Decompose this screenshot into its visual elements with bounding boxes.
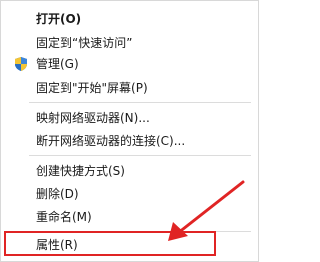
uac-shield-icon — [13, 56, 29, 72]
menu-item-label: 固定到“快速访问” — [36, 36, 133, 50]
menu-item-open[interactable]: 打开(O) — [2, 8, 256, 30]
menu-item-pin-quick-access[interactable]: 固定到“快速访问” — [2, 32, 256, 54]
menu-item-create-shortcut[interactable]: 创建快捷方式(S) — [2, 160, 256, 182]
menu-item-label: 重命名(M) — [36, 210, 92, 224]
menu-item-delete[interactable]: 删除(D) — [2, 183, 256, 205]
menu-separator — [29, 102, 251, 103]
menu-item-label: 映射网络驱动器(N)... — [36, 111, 150, 125]
menu-item-label: 管理(G) — [36, 57, 79, 71]
menu-separator — [29, 155, 251, 156]
menu-item-manage[interactable]: 管理(G) — [2, 53, 256, 75]
menu-item-label: 打开(O) — [36, 12, 82, 26]
menu-item-label: 创建快捷方式(S) — [36, 164, 125, 178]
menu-item-label: 删除(D) — [36, 187, 79, 201]
menu-item-pin-start[interactable]: 固定到"开始"屏幕(P) — [2, 77, 256, 99]
annotation-highlight-box — [4, 231, 216, 256]
menu-item-label: 断开网络驱动器的连接(C)... — [36, 134, 186, 148]
menu-item-disconnect-network-drive[interactable]: 断开网络驱动器的连接(C)... — [2, 130, 256, 152]
menu-item-rename[interactable]: 重命名(M) — [2, 206, 256, 228]
context-menu: 打开(O) 固定到“快速访问” 管理(G) 固定到"开始"屏幕(P) 映射网络驱… — [0, 0, 259, 262]
menu-item-label: 固定到"开始"屏幕(P) — [36, 81, 148, 95]
menu-item-map-network-drive[interactable]: 映射网络驱动器(N)... — [2, 107, 256, 129]
